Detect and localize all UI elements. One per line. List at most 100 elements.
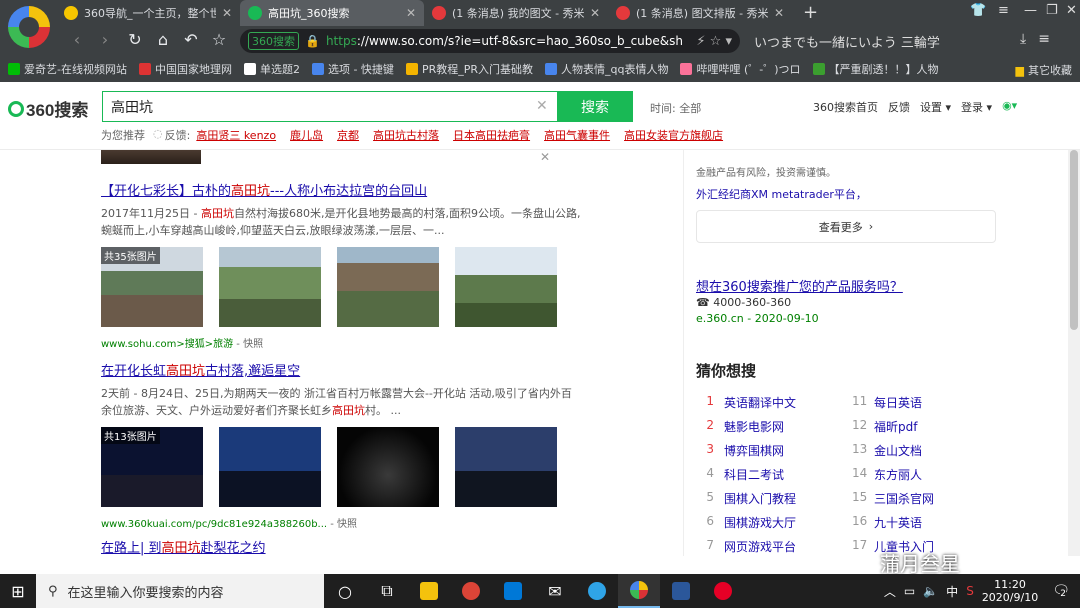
result-thumbnail[interactable] xyxy=(219,247,321,327)
forward-icon[interactable]: › xyxy=(94,30,116,49)
bookmark-item[interactable]: 中国国家地理网 xyxy=(138,61,232,77)
cortana-icon[interactable]: ○ xyxy=(324,574,366,608)
bookmark-item[interactable]: 选项 - 快捷键 xyxy=(311,61,394,77)
result-title-link[interactable]: 【开化七彩长】古朴的高田坑---人称小布达拉宫的台回山 xyxy=(101,180,581,199)
related-link[interactable]: 日本高田祛疤膏 xyxy=(453,127,530,143)
snapshot-link[interactable]: - 快照 xyxy=(327,519,357,530)
account-icon[interactable]: ◉▾ xyxy=(1002,99,1017,115)
previous-result-image[interactable] xyxy=(101,150,201,164)
bookmark-item[interactable]: 爱奇艺-在线视频网站 xyxy=(8,61,127,77)
bookmark-item[interactable]: 【严重剧透！！】人物 xyxy=(812,61,939,77)
chrome-icon[interactable] xyxy=(450,574,492,608)
result-thumbnail[interactable] xyxy=(337,247,439,327)
url-action-icons[interactable]: ⚡ ☆ ▾ xyxy=(696,34,732,49)
tab-close-icon[interactable]: ✕ xyxy=(590,6,600,20)
ad-link[interactable]: 外汇经纪商XM metatrader平台， xyxy=(696,186,867,202)
undo-close-icon[interactable]: ↶ xyxy=(180,30,202,49)
store-icon[interactable] xyxy=(492,574,534,608)
tab-close-icon[interactable]: ✕ xyxy=(222,6,232,20)
guess-item[interactable]: 12 福昕pdf xyxy=(852,418,1002,435)
minimize-icon[interactable]: — xyxy=(1024,3,1037,18)
guess-item[interactable]: 14 东方丽人 xyxy=(852,466,1002,483)
settings-menu[interactable]: 设置 ▾ xyxy=(920,99,951,115)
bookmark-item[interactable]: PR教程_PR入门基础教 xyxy=(405,61,533,77)
skin-icon[interactable]: 👕 xyxy=(970,3,986,18)
close-ad-icon[interactable]: ✕ xyxy=(540,150,550,164)
other-bookmarks-folder[interactable]: ▆ 其它收藏 xyxy=(1016,62,1072,78)
related-feedback[interactable]: 反馈: xyxy=(165,127,191,143)
network-icon[interactable]: ▭ xyxy=(904,584,915,598)
edge-icon[interactable] xyxy=(576,574,618,608)
login-menu[interactable]: 登录 ▾ xyxy=(961,99,992,115)
related-link[interactable]: 鹿儿岛 xyxy=(290,127,323,143)
result-url[interactable]: www.sohu.com>搜狐>旅游 - 快照 xyxy=(101,335,581,350)
sogou-icon[interactable]: S xyxy=(966,584,974,598)
result-thumbnail[interactable] xyxy=(337,427,439,507)
close-window-icon[interactable]: ✕ xyxy=(1066,3,1077,18)
ime-indicator[interactable]: 中 xyxy=(946,583,958,600)
related-link[interactable]: 高田气囊事件 xyxy=(544,127,610,143)
result-url[interactable]: www.360kuai.com/pc/9dc81e924a388260b... … xyxy=(101,515,581,530)
bookmark-item[interactable]: 哔哩哔哩 (゜-゜)つロ xyxy=(680,61,801,77)
result-thumbnail[interactable]: 共35张图片 xyxy=(101,247,203,327)
guess-item[interactable]: 16 九十英语 xyxy=(852,514,1002,531)
guess-item[interactable]: 5 围棋入门教程 xyxy=(702,490,852,507)
bookmark-item[interactable]: 单选题2 xyxy=(243,61,300,77)
url-text[interactable]: https://www.so.com/s?ie=utf-8&src=hao_36… xyxy=(326,34,690,48)
taskbar-search-input[interactable]: ⚲ 在这里输入你要搜索的内容 xyxy=(36,574,324,608)
search-button[interactable]: 搜索 xyxy=(557,91,633,122)
related-link[interactable]: 高田女装官方旗舰店 xyxy=(624,127,723,143)
feedback-link[interactable]: 反馈 xyxy=(888,99,910,115)
guess-item[interactable]: 2 魅影电影网 xyxy=(702,418,852,435)
guess-item[interactable]: 6 围棋游戏大厅 xyxy=(702,514,852,531)
search-input[interactable]: 高田坑 xyxy=(102,91,558,122)
result-thumbnail[interactable] xyxy=(455,247,557,327)
related-link[interactable]: 高田坑古村落 xyxy=(373,127,439,143)
download-icon[interactable]: ⤓ xyxy=(1020,31,1026,47)
result-thumbnail[interactable]: 共13张图片 xyxy=(101,427,203,507)
notification-icon[interactable]: 🗨2 xyxy=(1052,583,1070,599)
address-bar[interactable]: 360搜索 🔒 https://www.so.com/s?ie=utf-8&sr… xyxy=(240,29,740,53)
mail-icon[interactable]: ✉ xyxy=(534,574,576,608)
tab-close-icon[interactable]: ✕ xyxy=(774,6,784,20)
home-link[interactable]: 360搜索首页 xyxy=(813,99,878,115)
result-title-link[interactable]: 在开化长虹高田坑古村落,邂逅星空 xyxy=(101,360,581,379)
netease-music-icon[interactable] xyxy=(702,574,744,608)
result-thumbnail[interactable] xyxy=(455,427,557,507)
result-thumbnail[interactable] xyxy=(219,427,321,507)
file-explorer-icon[interactable] xyxy=(408,574,450,608)
guess-item[interactable]: 7 网页游戏平台 xyxy=(702,538,852,555)
guess-item[interactable]: 1 英语翻译中文 xyxy=(702,394,852,411)
see-more-button[interactable]: 查看更多 › xyxy=(696,210,996,243)
browser-360-icon[interactable] xyxy=(618,574,660,608)
tab-xiumi-layout[interactable]: (1 条消息) 图文排版 - 秀米 X ✕ xyxy=(608,0,792,26)
scrollbar-thumb[interactable] xyxy=(1070,150,1078,330)
guess-item[interactable]: 11 每日英语 xyxy=(852,394,1002,411)
reload-icon[interactable]: ↻ xyxy=(124,30,146,49)
more-menu-icon[interactable]: ≡ xyxy=(1038,31,1050,47)
tab-xiumi-mine[interactable]: (1 条消息) 我的图文 - 秀米 X ✕ xyxy=(424,0,608,26)
result-title-link[interactable]: 在路上| 到高田坑赴梨花之约 xyxy=(101,537,581,556)
related-link[interactable]: 京都 xyxy=(337,127,359,143)
home-icon[interactable]: ⌂ xyxy=(152,30,174,49)
tab-360-nav[interactable]: 360导航_一个主页，整个世界 ✕ xyxy=(56,0,240,26)
show-hidden-icons-icon[interactable]: ︿ xyxy=(884,583,896,600)
clock[interactable]: 11:20 2020/9/10 xyxy=(982,578,1038,604)
windows-start-icon[interactable]: ⊞ xyxy=(0,574,36,608)
guess-item[interactable]: 3 博弈围棋网 xyxy=(702,442,852,459)
time-filter[interactable]: 时间: 全部 xyxy=(650,100,701,116)
guess-item[interactable]: 15 三国杀官网 xyxy=(852,490,1002,507)
bookmark-item[interactable]: 人物表情_qq表情人物 xyxy=(545,61,668,77)
clear-search-icon[interactable]: ✕ xyxy=(536,98,548,114)
menu-icon[interactable]: ≡ xyxy=(998,3,1009,18)
bookmark-star-icon[interactable]: ☆ xyxy=(208,30,230,49)
volume-icon[interactable]: 🔈 xyxy=(923,584,938,598)
tab-search-results[interactable]: 高田坑_360搜索 ✕ xyxy=(240,0,424,26)
guess-item[interactable]: 13 金山文档 xyxy=(852,442,1002,459)
snapshot-link[interactable]: - 快照 xyxy=(233,339,263,350)
tab-close-icon[interactable]: ✕ xyxy=(406,6,416,20)
task-view-icon[interactable]: ⧉ xyxy=(366,574,408,608)
guess-item[interactable]: 4 科目二考试 xyxy=(702,466,852,483)
new-tab-button[interactable]: + xyxy=(803,2,818,23)
word-icon[interactable] xyxy=(660,574,702,608)
